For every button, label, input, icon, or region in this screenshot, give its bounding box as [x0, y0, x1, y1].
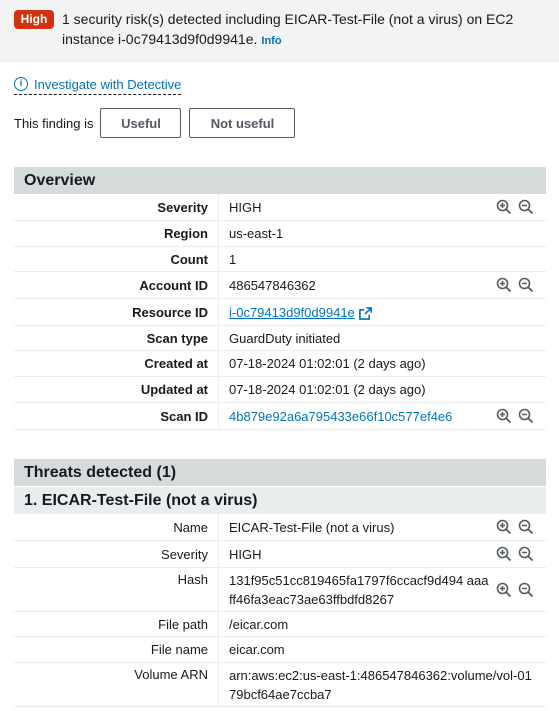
- row-label: File name: [14, 637, 219, 662]
- row-label: Scan type: [14, 326, 219, 350]
- table-row: Created at 07-18-2024 01:02:01 (2 days a…: [14, 351, 546, 377]
- row-value: HIGH: [229, 546, 262, 562]
- table-row: Count 1: [14, 247, 546, 272]
- info-circle-icon: i: [14, 77, 28, 91]
- zoom-out-icon[interactable]: [518, 408, 534, 424]
- table-row: File path /eicar.com: [14, 612, 546, 637]
- zoom-out-icon[interactable]: [518, 582, 534, 598]
- row-value: GuardDuty initiated: [229, 330, 341, 346]
- feedback-label: This finding is: [14, 115, 94, 131]
- row-label: Hash: [14, 568, 219, 611]
- zoom-in-icon[interactable]: [496, 199, 512, 215]
- table-row: File name eicar.com: [14, 637, 546, 663]
- table-row: Severity HIGH: [14, 194, 546, 221]
- finding-title: 1 security risk(s) detected including EI…: [62, 9, 552, 51]
- row-value: 07-18-2024 01:02:01 (2 days ago): [229, 382, 426, 397]
- row-label: Region: [14, 221, 219, 246]
- resource-id-link[interactable]: i-0c79413d9f0d9941e: [229, 305, 355, 320]
- feedback-bar: This finding is Useful Not useful: [14, 108, 296, 138]
- zoom-out-icon[interactable]: [518, 277, 534, 293]
- threat-title: 1. EICAR-Test-File (not a virus): [14, 487, 546, 514]
- zoom-in-icon[interactable]: [496, 546, 512, 562]
- scan-id-link[interactable]: 4b879e92a6a795433e66f10c577ef4e6: [229, 407, 496, 426]
- row-value: 131f95c51cc819465fa1797f6ccacf9d494 aaaf…: [229, 572, 489, 607]
- zoom-out-icon[interactable]: [518, 519, 534, 535]
- zoom-out-icon[interactable]: [518, 199, 534, 215]
- table-row: Region us-east-1: [14, 221, 546, 247]
- not-useful-button[interactable]: Not useful: [189, 108, 296, 138]
- external-link-icon[interactable]: [358, 306, 372, 320]
- row-value: 07-18-2024 01:02:01 (2 days ago): [229, 356, 426, 371]
- table-row: Resource ID i-0c79413d9f0d9941e: [14, 299, 546, 326]
- row-label: Count: [14, 247, 219, 271]
- table-row: Scan type GuardDuty initiated: [14, 326, 546, 351]
- table-row: Volume ARN arn:aws:ec2:us-east-1:4865478…: [14, 663, 546, 707]
- finding-header: High 1 security risk(s) detected includi…: [0, 0, 559, 62]
- zoom-in-icon[interactable]: [496, 408, 512, 424]
- severity-badge: High: [14, 10, 54, 29]
- row-value: HIGH: [229, 199, 262, 215]
- row-label: Resource ID: [14, 299, 219, 325]
- row-label: Name: [14, 514, 219, 540]
- row-value: 486547846362: [229, 277, 316, 293]
- row-value: eicar.com: [229, 642, 285, 657]
- row-value: us-east-1: [229, 226, 284, 241]
- row-label: Severity: [14, 194, 219, 220]
- zoom-in-icon[interactable]: [496, 582, 512, 598]
- table-row: Account ID 486547846362: [14, 272, 546, 299]
- overview-table: Severity HIGH Region us-east-1 Count 1 A…: [14, 194, 546, 430]
- row-label: Scan ID: [14, 403, 219, 429]
- row-label: Created at: [14, 351, 219, 376]
- detective-link-label: Investigate with Detective: [34, 76, 182, 92]
- row-label: File path: [14, 612, 219, 636]
- row-value: 1: [229, 251, 237, 267]
- table-row: Updated at 07-18-2024 01:02:01 (2 days a…: [14, 377, 546, 403]
- finding-title-text: 1 security risk(s) detected including EI…: [62, 11, 514, 47]
- table-row: Name EICAR-Test-File (not a virus): [14, 514, 546, 541]
- overview-heading: Overview: [14, 167, 546, 194]
- row-label: Account ID: [14, 272, 219, 298]
- threat-table: Name EICAR-Test-File (not a virus) Sever…: [14, 514, 546, 707]
- investigate-detective-link[interactable]: i Investigate with Detective: [14, 74, 182, 95]
- info-link[interactable]: Info: [261, 35, 281, 47]
- useful-button[interactable]: Useful: [100, 108, 182, 138]
- row-value: /eicar.com: [229, 616, 289, 632]
- zoom-in-icon[interactable]: [496, 277, 512, 293]
- row-value: arn:aws:ec2:us-east-1:486547846362:volum…: [229, 667, 532, 702]
- zoom-in-icon[interactable]: [496, 519, 512, 535]
- table-row: Hash 131f95c51cc819465fa1797f6ccacf9d494…: [14, 568, 546, 612]
- row-label: Severity: [14, 541, 219, 567]
- table-row: Severity HIGH: [14, 541, 546, 568]
- table-row: Scan ID 4b879e92a6a795433e66f10c577ef4e6: [14, 403, 546, 430]
- threats-heading: Threats detected (1): [14, 459, 546, 486]
- row-label: Volume ARN: [14, 663, 219, 706]
- row-value: EICAR-Test-File (not a virus): [229, 519, 395, 535]
- zoom-out-icon[interactable]: [518, 546, 534, 562]
- row-label: Updated at: [14, 377, 219, 402]
